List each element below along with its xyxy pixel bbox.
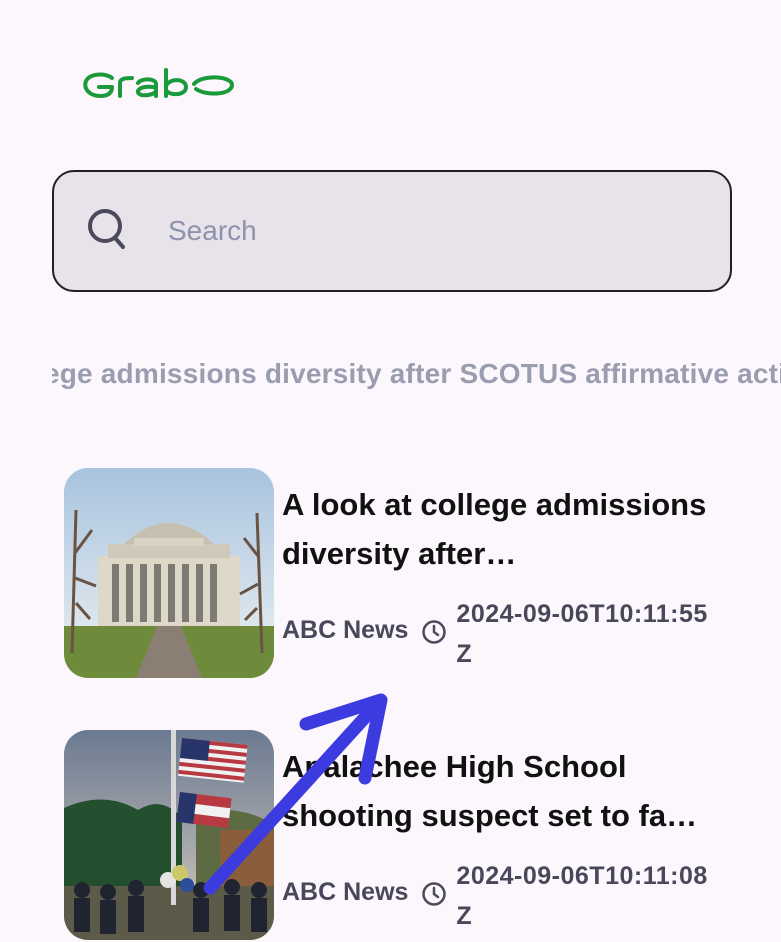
news-time: 2024-09-06T10:11:08Z [456, 862, 708, 930]
search-input[interactable] [166, 214, 690, 248]
clock-icon [422, 620, 447, 644]
news-time: 2024-09-06T10:11:55Z [456, 600, 708, 668]
news-title[interactable]: A look at college admissions diversity a… [282, 480, 720, 578]
news-thumbnail-image [64, 468, 274, 678]
search-bar[interactable] [52, 170, 732, 292]
ticker-text: llege admissions diversity after SCOTUS … [52, 358, 781, 389]
news-source: ABC News [282, 878, 409, 906]
news-thumbnail[interactable] [64, 468, 274, 678]
news-meta: ABC News 2024-09-06T10:11:08Z [282, 856, 716, 936]
news-card[interactable]: A look at college admissions diversity a… [64, 468, 740, 680]
grab-logo [83, 68, 234, 98]
news-source: ABC News [282, 616, 409, 644]
news-card[interactable]: Apalachee High School shooting suspect s… [64, 730, 740, 942]
news-thumbnail[interactable] [64, 730, 274, 940]
headline-ticker[interactable]: llege admissions diversity after SCOTUS … [52, 350, 781, 400]
news-meta: ABC News 2024-09-06T10:11:55Z [282, 594, 716, 674]
clock-icon [422, 882, 447, 906]
news-title[interactable]: Apalachee High School shooting suspect s… [282, 742, 720, 840]
news-thumbnail-image [64, 730, 274, 940]
search-icon [88, 209, 125, 249]
